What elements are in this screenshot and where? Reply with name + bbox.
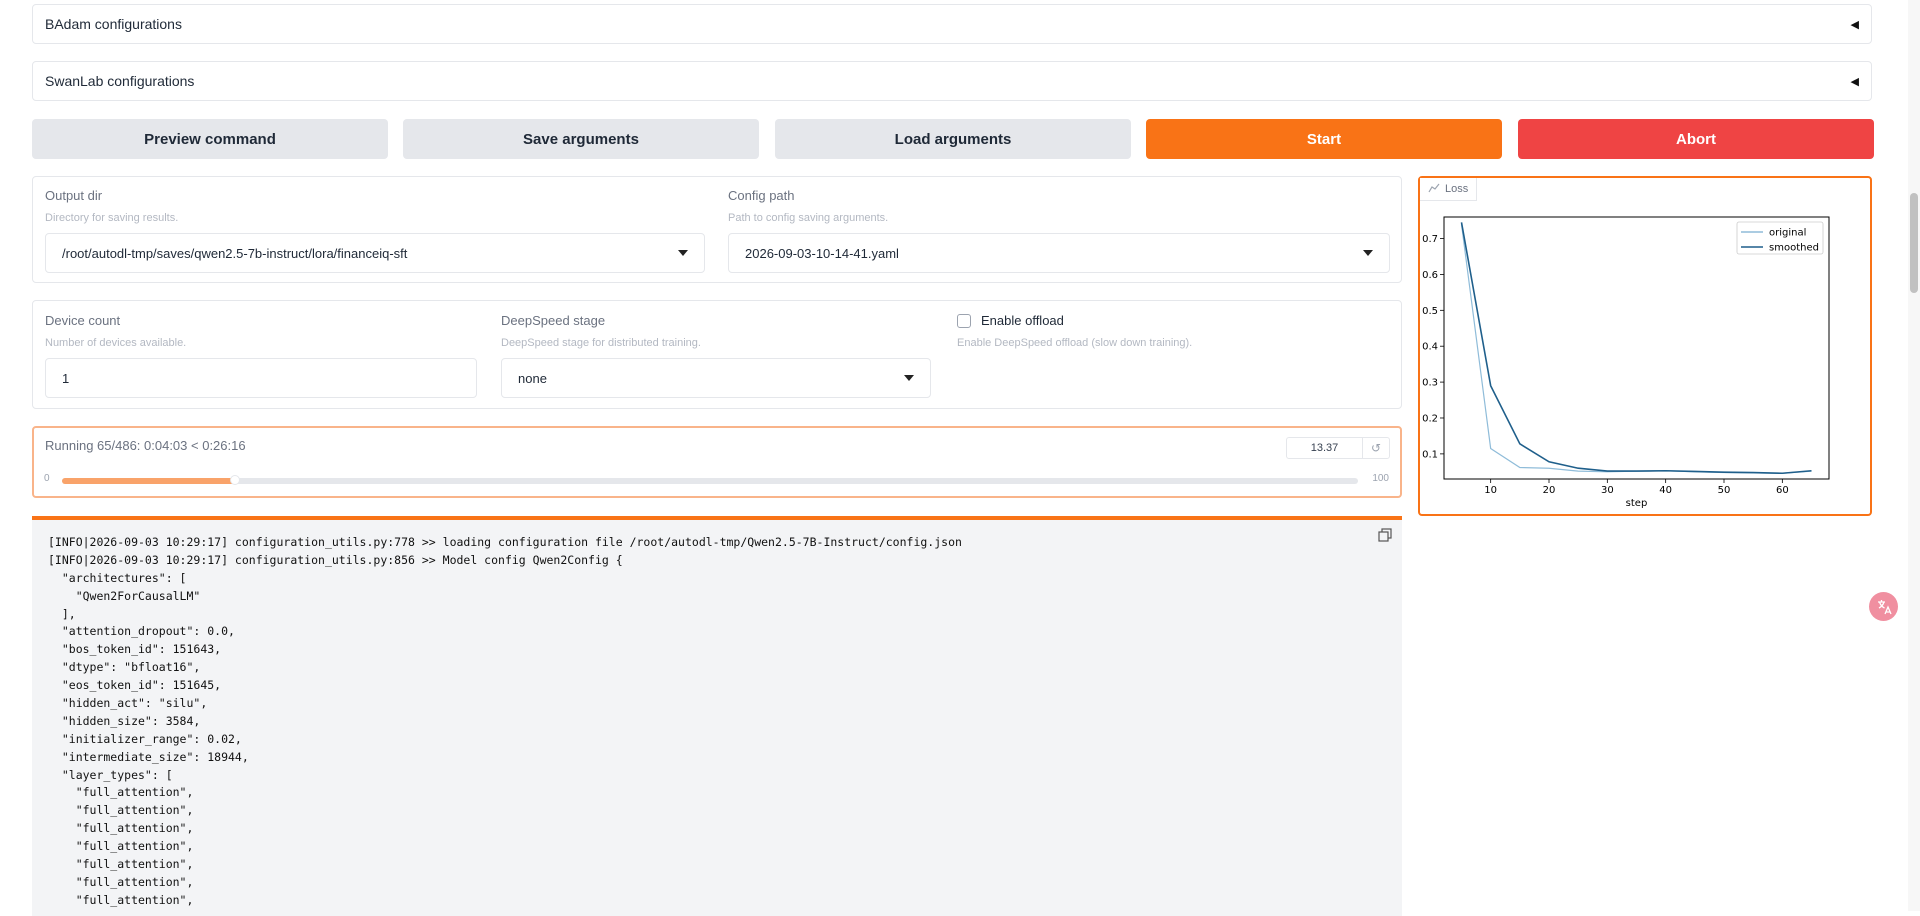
log-line: "initializer_range": 0.02, <box>48 731 242 746</box>
deepspeed-stage-label: DeepSpeed stage <box>501 313 606 328</box>
deepspeed-stage-dropdown[interactable]: none <box>501 358 931 398</box>
legend-label-smoothed: smoothed <box>1769 243 1819 254</box>
save-arguments-button[interactable]: Save arguments <box>403 119 759 159</box>
config-path-value: 2026-09-03-10-14-41.yaml <box>745 245 899 261</box>
progress-max-label: 100 <box>1372 473 1389 484</box>
device-count-info: Number of devices available. <box>45 337 187 349</box>
log-line: "hidden_act": "silu", <box>48 696 208 711</box>
preview-command-button[interactable]: Preview command <box>32 119 388 159</box>
y-tick-label: 0.1 <box>1422 449 1438 460</box>
translate-icon[interactable] <box>1869 592 1898 621</box>
log-line: "full_attention", <box>48 803 194 818</box>
loss-chart: 1020304050600.10.20.30.40.50.60.7steplos… <box>1422 216 1830 509</box>
log-line: "attention_dropout": 0.0, <box>48 624 235 639</box>
badam-accordion[interactable]: BAdam configurations ◀ <box>32 4 1872 44</box>
progress-min-label: 0 <box>44 473 50 484</box>
config-path-dropdown[interactable]: 2026-09-03-10-14-41.yaml <box>728 233 1390 273</box>
x-tick-label: 60 <box>1776 485 1789 496</box>
y-tick-label: 0.3 <box>1422 378 1438 389</box>
log-line: ], <box>48 606 76 621</box>
device-panel: Device count Number of devices available… <box>32 300 1402 409</box>
config-path-label: Config path <box>728 188 795 203</box>
badam-accordion-label: BAdam configurations <box>45 16 182 32</box>
chevron-down-icon <box>678 250 688 256</box>
page-scrollbar[interactable] <box>1908 0 1920 911</box>
progress-status-text: Running 65/486: 0:04:03 < 0:26:16 <box>45 438 246 453</box>
log-line: "dtype": "bfloat16", <box>48 660 201 675</box>
log-line: [INFO|2026-09-03 10:29:17] configuration… <box>48 535 962 549</box>
output-dir-dropdown[interactable]: /root/autodl-tmp/saves/qwen2.5-7b-instru… <box>45 233 705 273</box>
plot-area <box>1443 216 1830 480</box>
log-line: "full_attention", <box>48 874 194 889</box>
x-tick-label: 50 <box>1718 485 1731 496</box>
log-output[interactable]: [INFO|2026-09-03 10:29:17] configuration… <box>32 516 1402 916</box>
log-line: "intermediate_size": 18944, <box>48 749 249 764</box>
progress-number-box: 13.37 ↺ <box>1286 437 1390 459</box>
log-line: "hidden_size": 3584, <box>48 713 201 728</box>
deepspeed-stage-value: none <box>518 370 547 386</box>
copy-icon[interactable] <box>1378 528 1392 542</box>
loss-plot-panel: Loss 10 20 30 40 50 60 0.1 0.2 0.3 0.4 0.5 0.6 0.7 st… <box>1418 176 1872 516</box>
log-line: "full_attention", <box>48 892 194 907</box>
scrollbar-thumb[interactable] <box>1910 193 1918 293</box>
y-tick-label: 0.5 <box>1422 306 1438 317</box>
x-axis-label: step <box>1626 498 1648 509</box>
y-tick-label: 0.2 <box>1422 413 1438 424</box>
log-line: "full_attention", <box>48 785 194 800</box>
progress-number-value: 13.37 <box>1310 442 1339 454</box>
log-lines: [INFO|2026-09-03 10:29:17] configuration… <box>32 520 1402 910</box>
y-tick-label: 0.7 <box>1422 234 1438 245</box>
output-dir-value: /root/autodl-tmp/saves/qwen2.5-7b-instru… <box>62 245 408 261</box>
triangle-left-icon: ◀ <box>1850 18 1859 31</box>
triangle-left-icon: ◀ <box>1850 75 1859 88</box>
device-count-label: Device count <box>45 313 121 328</box>
output-panel: Output dir Directory for saving results.… <box>32 176 1402 283</box>
config-path-info: Path to config saving arguments. <box>728 212 889 224</box>
log-line: "eos_token_id": 151645, <box>48 678 222 693</box>
log-line: "full_attention", <box>48 839 194 854</box>
progress-slider-thumb[interactable] <box>230 475 241 485</box>
progress-slider-track[interactable] <box>62 475 1358 485</box>
output-dir-label: Output dir <box>45 188 103 203</box>
log-line: "bos_token_id": 151643, <box>48 642 222 657</box>
log-line: "Qwen2ForCausalLM" <box>48 588 201 603</box>
device-count-input[interactable]: 1 <box>45 358 477 398</box>
log-line: "full_attention", <box>48 821 194 836</box>
output-dir-info: Directory for saving results. <box>45 212 179 224</box>
start-button[interactable]: Start <box>1146 119 1502 159</box>
progress-slider-fill <box>62 478 236 484</box>
chevron-down-icon <box>1363 250 1373 256</box>
enable-offload-checkbox[interactable] <box>957 314 971 328</box>
x-tick-label: 10 <box>1484 485 1497 496</box>
log-line: [INFO|2026-09-03 10:29:17] configuration… <box>48 552 623 567</box>
enable-offload-info: Enable DeepSpeed offload (slow down trai… <box>957 337 1193 349</box>
progress-panel: Running 65/486: 0:04:03 < 0:26:16 13.37 … <box>32 426 1402 498</box>
swanlab-accordion[interactable]: SwanLab configurations ◀ <box>32 61 1872 101</box>
load-arguments-button[interactable]: Load arguments <box>775 119 1131 159</box>
enable-offload-label: Enable offload <box>981 313 1064 328</box>
reset-icon[interactable]: ↺ <box>1362 438 1389 458</box>
device-count-value: 1 <box>62 370 70 386</box>
log-line: "layer_types": [ <box>48 767 173 782</box>
legend-label-original: original <box>1769 228 1806 239</box>
x-tick-label: 30 <box>1601 485 1614 496</box>
log-line: "architectures": [ <box>48 570 187 585</box>
abort-button[interactable]: Abort <box>1518 119 1874 159</box>
swanlab-accordion-label: SwanLab configurations <box>45 73 195 89</box>
x-tick-label: 40 <box>1659 485 1672 496</box>
chevron-down-icon <box>904 375 914 381</box>
log-line: "full_attention", <box>48 857 194 872</box>
x-tick-label: 20 <box>1543 485 1556 496</box>
y-tick-label: 0.6 <box>1422 270 1438 281</box>
deepspeed-stage-info: DeepSpeed stage for distributed training… <box>501 337 701 349</box>
y-tick-label: 0.4 <box>1422 342 1438 353</box>
